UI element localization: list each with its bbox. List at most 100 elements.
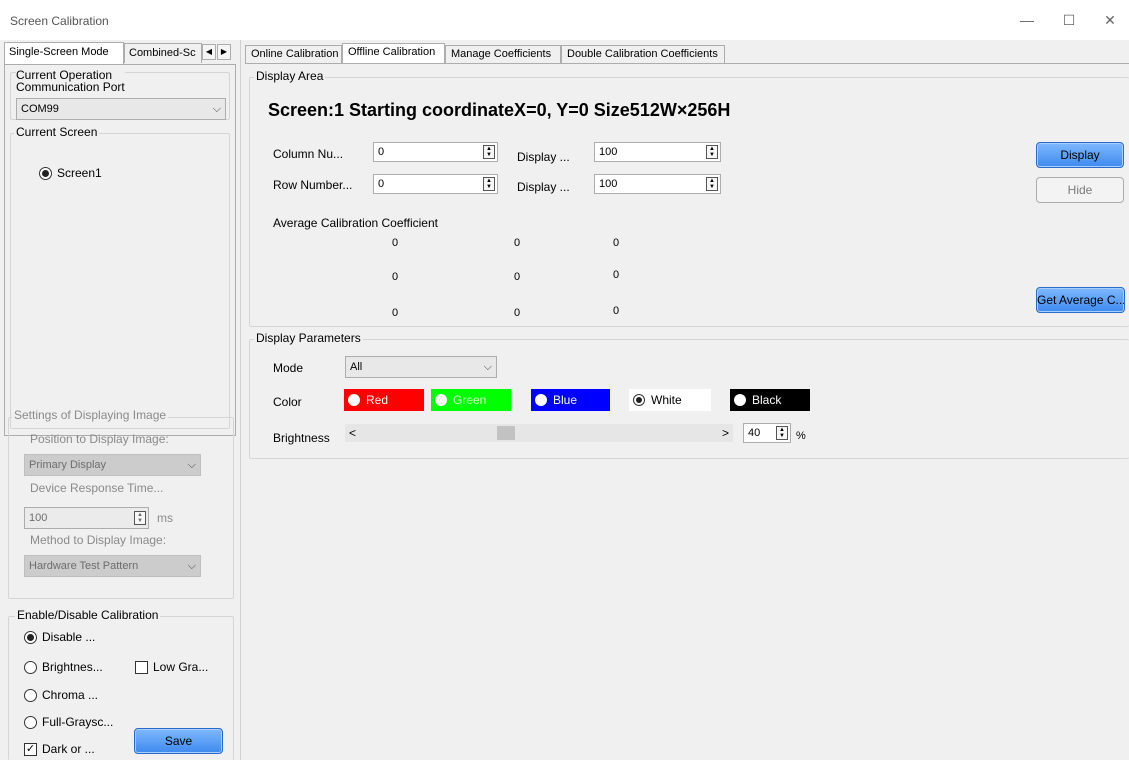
color-blue-label: Blue (553, 393, 578, 407)
spinner-arrows-icon: ▲ ▼ (134, 511, 146, 525)
tab-single-screen-mode[interactable]: Single-Screen Mode (4, 42, 124, 64)
full-gray-label: Full-Graysc... (42, 715, 114, 729)
radio-icon (24, 660, 37, 674)
tab-double-calibration[interactable]: Double Calibration Coefficients (561, 45, 725, 63)
row-number-label: Row Number... (273, 178, 353, 192)
coefficient-r1c1: 0 (513, 271, 521, 283)
tab-scroll-right-icon[interactable]: ▶ (217, 44, 231, 60)
method-select: Hardware Test Pattern ⌵ (24, 555, 201, 577)
brightness-unit: % (796, 430, 806, 442)
slider-thumb[interactable] (496, 426, 515, 440)
tab-scroll-left-icon[interactable]: ◀ (202, 44, 216, 60)
method-label: Method to Display Image: (30, 533, 167, 547)
color-black-label: Black (752, 393, 782, 407)
get-average-label: Get Average C... (1037, 293, 1125, 307)
spinner-arrows-icon: ▲ ▼ (483, 145, 495, 159)
radio-icon (24, 715, 37, 729)
position-value: Primary Display (29, 459, 107, 471)
coefficient-r2c1: 0 (513, 307, 521, 319)
color-white-label: White (651, 393, 682, 407)
dark-checkbox[interactable]: ✓ Dark or ... (24, 742, 95, 756)
low-gray-checkbox[interactable]: Low Gra... (135, 660, 208, 674)
window-title: Screen Calibration (10, 14, 109, 28)
display-area-title: Display Area (254, 69, 326, 83)
chevron-down-icon: ⌵ (187, 459, 196, 471)
radio-selected-icon (633, 394, 645, 406)
mode-select[interactable]: All ⌵ (345, 356, 497, 378)
screen1-radio[interactable]: Screen1 (39, 166, 102, 180)
brightness-label: Brightness (273, 431, 330, 445)
spinner-arrows-icon: ▲ ▼ (776, 426, 788, 440)
coefficient-r1c2: 0 (612, 269, 620, 281)
color-black-option[interactable]: Black (730, 389, 810, 411)
disable-radio[interactable]: Disable ... (24, 630, 95, 644)
calibration-title: Enable/Disable Calibration (15, 608, 161, 622)
response-label: Device Response Time... (30, 481, 164, 495)
tab-combined-screen[interactable]: Combined-Sc (124, 43, 202, 63)
radio-icon (348, 394, 360, 406)
average-coefficient-label: Average Calibration Coefficient (273, 216, 438, 230)
mode-value: All (350, 361, 363, 373)
chevron-down-icon: ⌵ (187, 560, 196, 572)
brightness-radio[interactable]: Brightnes... (24, 660, 103, 674)
response-unit: ms (157, 511, 173, 525)
coefficient-r0c0: 0 (391, 237, 399, 249)
slider-left-arrow[interactable]: < (349, 424, 356, 442)
column-number-value: 0 (378, 146, 385, 158)
chevron-down-icon: ⌵ (212, 103, 221, 115)
get-average-coefficient-button[interactable]: Get Average C... (1036, 287, 1125, 313)
method-value: Hardware Test Pattern (29, 560, 139, 572)
coefficient-r0c1: 0 (513, 237, 521, 249)
operation-group-title: Current Operation Communication Port (16, 69, 125, 93)
color-red-option[interactable]: Red (344, 389, 424, 411)
port-select[interactable]: COM99 ⌵ (16, 98, 226, 120)
column-number-spinner[interactable]: 0 ▲ ▼ (373, 142, 498, 162)
column-number-label: Column Nu... (273, 147, 344, 161)
spinner-arrows-icon: ▲ ▼ (706, 177, 718, 191)
display-button[interactable]: Display (1036, 142, 1124, 168)
row-number-value: 0 (378, 178, 385, 190)
panel-divider (240, 40, 241, 760)
brightness-spinner[interactable]: 40 ▲ ▼ (743, 423, 791, 443)
response-spinner: 100 ▲ ▼ (24, 507, 149, 529)
tab-manage-coefficients[interactable]: Manage Coefficients (445, 45, 561, 63)
color-label: Color (273, 395, 302, 409)
close-button[interactable]: ✕ (1099, 9, 1121, 31)
slider-right-arrow[interactable]: > (722, 424, 729, 442)
color-white-option[interactable]: White (629, 389, 711, 411)
tab-offline-calibration[interactable]: Offline Calibration (342, 43, 445, 64)
coefficient-r1c0: 0 (391, 271, 399, 283)
full-gray-radio[interactable]: Full-Graysc... (24, 715, 113, 729)
display-height-spinner[interactable]: 100 ▲ ▼ (594, 174, 721, 194)
tab-strip-border (245, 63, 1129, 64)
color-red-label: Red (366, 393, 389, 407)
chevron-down-icon: ⌵ (483, 361, 492, 373)
radio-icon (734, 394, 746, 406)
coefficient-r2c0: 0 (391, 307, 399, 319)
display-parameters-title: Display Parameters (254, 331, 363, 345)
checkmark-icon: ✓ (24, 742, 37, 756)
save-label: Save (164, 734, 193, 748)
hide-button[interactable]: Hide (1036, 177, 1124, 203)
display-width-value: 100 (599, 146, 618, 158)
radio-selected-icon (39, 166, 52, 180)
display-width-spinner[interactable]: 100 ▲ ▼ (594, 142, 721, 162)
brightness-value: 40 (748, 427, 761, 439)
single-screen-panel: Current Operation Communication Port COM… (4, 64, 236, 436)
mode-label: Mode (273, 361, 304, 375)
chroma-radio[interactable]: Chroma ... (24, 688, 98, 702)
save-button[interactable]: Save (134, 728, 223, 754)
color-green-option[interactable]: Green (431, 389, 511, 411)
display-button-label: Display (1060, 148, 1100, 162)
port-value: COM99 (21, 103, 59, 115)
row-number-spinner[interactable]: 0 ▲ ▼ (373, 174, 498, 194)
maximize-button[interactable]: ☐ (1058, 9, 1080, 31)
brightness-slider[interactable]: < > (345, 424, 733, 442)
display-image-title: Settings of Displaying Image (12, 408, 169, 422)
position-select: Primary Display ⌵ (24, 454, 201, 476)
right-panel: Online Calibration Offline Calibration M… (243, 40, 1129, 760)
minimize-button[interactable]: — (1016, 9, 1038, 31)
color-blue-option[interactable]: Blue (531, 389, 610, 411)
position-label: Position to Display Image: (30, 432, 169, 446)
tab-online-calibration[interactable]: Online Calibration (245, 45, 342, 63)
